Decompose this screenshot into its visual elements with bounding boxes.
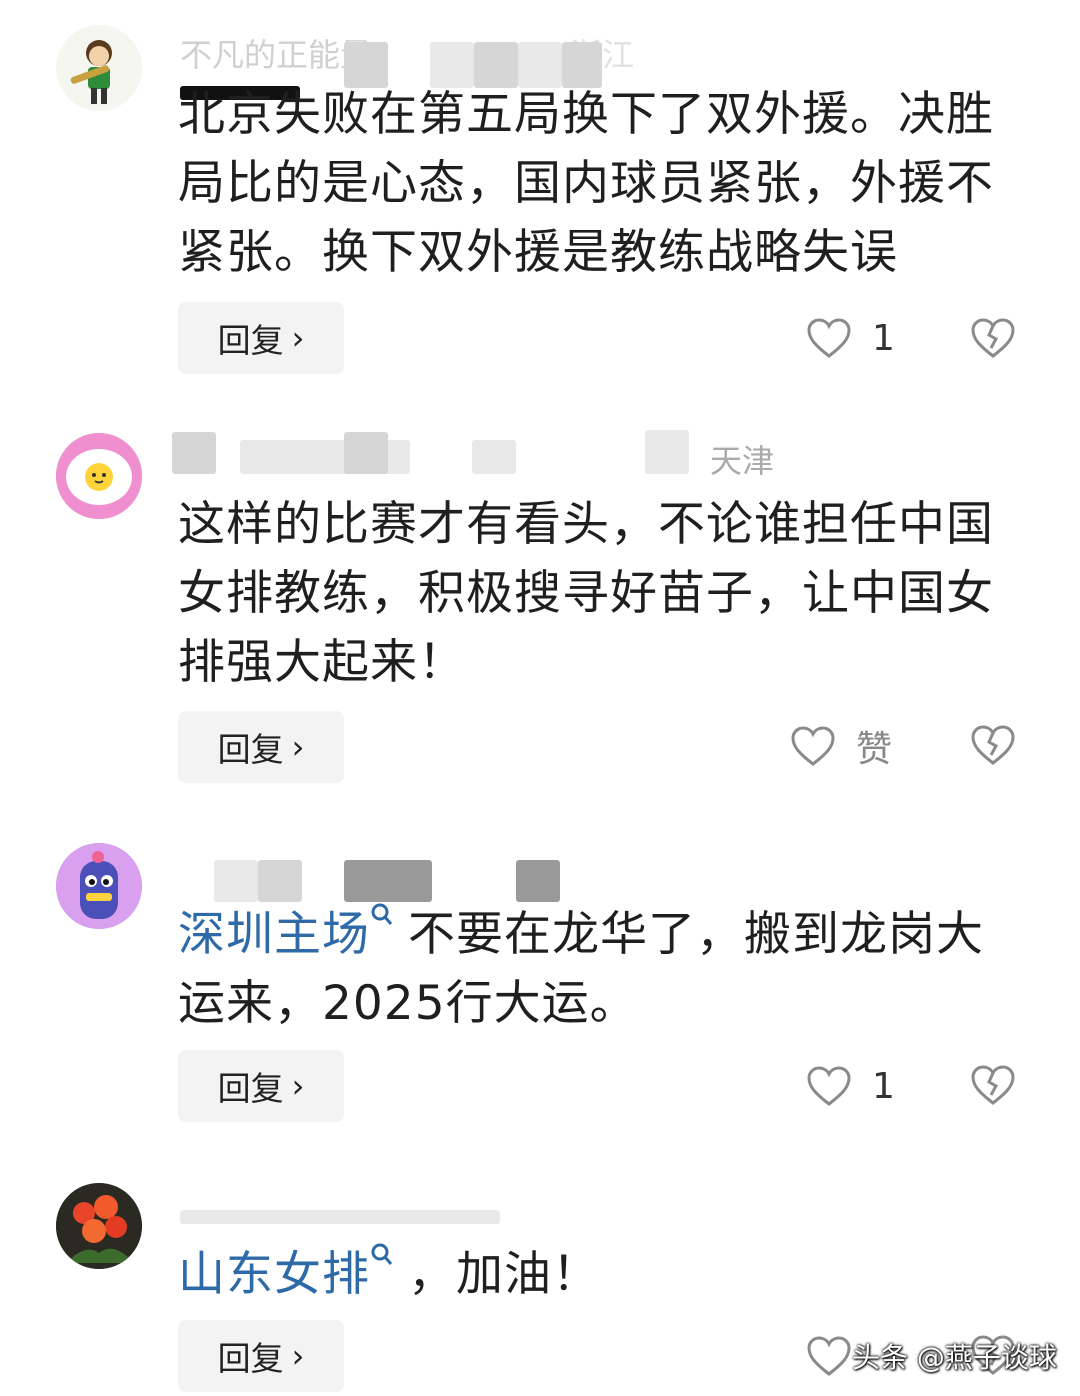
search-icon[interactable] [370, 1240, 394, 1274]
redaction-block [344, 432, 388, 474]
location: 天津 [710, 442, 775, 480]
broken-heart-icon[interactable] [970, 1062, 1016, 1108]
redaction-block [472, 440, 516, 474]
redaction-block [516, 860, 560, 902]
watermark: 头条 @燕子谈球 [852, 1341, 1057, 1374]
comment-text: 山东女排 ，加油！ [178, 1240, 1008, 1309]
redaction-block [344, 860, 432, 902]
reply-button[interactable]: 回复 › [178, 711, 344, 783]
comment-text: 这样的比赛才有看头，不论谁担任中国女排教练，积极搜寻好苗子，让中国女排强大起来！ [178, 497, 994, 690]
comment-meta [180, 858, 780, 902]
reply-button[interactable]: 回复 › [178, 1050, 344, 1122]
redaction-block [645, 430, 689, 474]
like-count: 1 [872, 1065, 895, 1107]
reply-label: 回复 [217, 321, 284, 360]
heart-icon [807, 1066, 851, 1106]
like-count: 1 [872, 317, 895, 359]
heart-icon [791, 726, 835, 766]
avatar[interactable] [56, 843, 142, 929]
like-count: 赞 [856, 729, 893, 770]
like-button[interactable]: 赞 [790, 716, 892, 776]
search-icon[interactable] [370, 900, 394, 934]
heart-icon [807, 1336, 851, 1376]
search-link[interactable]: 山东女排 [178, 1247, 370, 1302]
chevron-right-icon: › [291, 728, 305, 766]
search-link[interactable]: 深圳主场 [178, 907, 370, 962]
heart-icon [807, 318, 851, 358]
reply-button[interactable]: 回复 › [178, 1320, 344, 1392]
redaction-block [172, 432, 216, 474]
broken-heart-icon[interactable] [970, 722, 1016, 768]
redaction-block [180, 1210, 500, 1224]
comment-text-content: ，加油！ [408, 1247, 600, 1302]
reply-label: 回复 [217, 730, 284, 769]
redaction-block [258, 860, 302, 902]
chevron-right-icon: › [291, 319, 305, 357]
avatar[interactable] [56, 25, 142, 111]
like-button[interactable]: 1 [806, 1056, 895, 1116]
avatar[interactable] [56, 433, 142, 519]
comment-meta [180, 1200, 780, 1240]
like-button[interactable]: 1 [806, 308, 895, 368]
broken-heart-icon[interactable] [970, 315, 1016, 361]
avatar[interactable] [56, 1183, 142, 1269]
like-button[interactable] [806, 1326, 852, 1386]
comment-text: 深圳主场 不要在龙华了，搬到龙岗大运来，2025行大运。 [178, 900, 1008, 1038]
chevron-right-icon: › [291, 1337, 305, 1375]
reply-button[interactable]: 回复 › [178, 302, 344, 374]
reply-label: 回复 [217, 1339, 284, 1378]
comment-text: 北京失败在第五局换下了双外援。决胜局比的是心态，国内球员紧张，外援不紧张。换下双… [178, 87, 994, 280]
chevron-right-icon: › [291, 1067, 305, 1105]
comment-meta: 天津 [172, 430, 780, 480]
comment-meta: 不凡的正能量 浙江 [180, 30, 780, 100]
redaction-block [214, 860, 258, 902]
reply-label: 回复 [217, 1069, 284, 1108]
